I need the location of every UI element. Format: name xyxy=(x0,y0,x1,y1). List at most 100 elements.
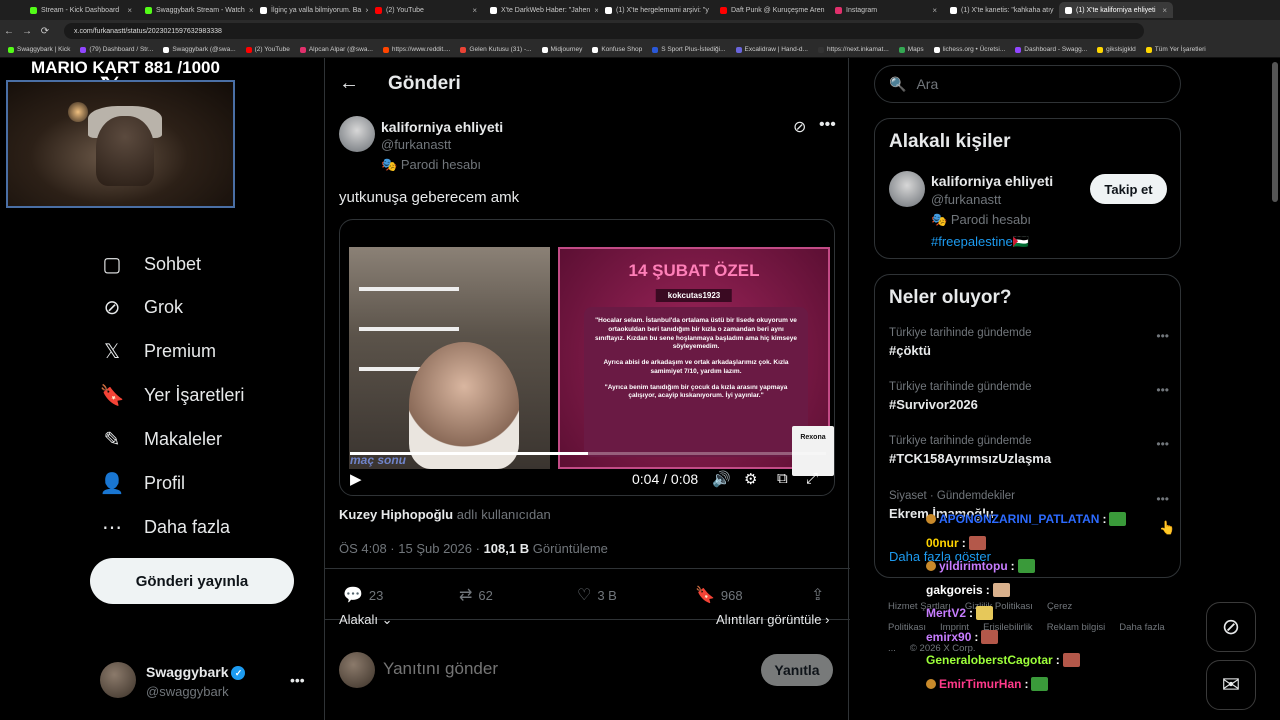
search-box[interactable]: 🔍 xyxy=(874,65,1181,103)
browser-tab[interactable]: Stream - Kick Dashboard × xyxy=(24,2,138,18)
reply-action[interactable]: 💬 23 xyxy=(343,585,383,605)
close-tab-icon[interactable]: × xyxy=(365,6,368,15)
bookmark-item[interactable]: Alpcan Alpar (@swa... xyxy=(299,46,373,53)
bookmark-item[interactable]: https://next.inkamat... xyxy=(817,46,889,53)
bookmark-item[interactable]: Excalidraw | Hand-d... xyxy=(735,46,808,53)
share-action[interactable]: ⇪ xyxy=(811,585,824,605)
search-input[interactable] xyxy=(916,76,1167,92)
browser-tab[interactable]: (1) X'te kaliforniya ehliyeti × xyxy=(1059,2,1173,18)
reload-icon[interactable]: ⟳ xyxy=(36,26,54,37)
bookmark-favicon-icon xyxy=(382,46,389,53)
view-quotes-link[interactable]: Alıntıları görüntüle › xyxy=(716,612,829,627)
address-bar[interactable]: x.com/furkanastt/status/2023021597632983… xyxy=(64,23,1144,39)
pip-icon[interactable]: ⧉ xyxy=(777,470,788,487)
related-hashtag[interactable]: #freepalestine🇵🇸 xyxy=(931,234,1029,250)
more-dots-icon[interactable]: ••• xyxy=(290,672,305,688)
follow-button[interactable]: Takip et xyxy=(1090,174,1167,204)
bookmark-item[interactable]: Dashboard - Swagg... xyxy=(1015,46,1087,53)
nav-item-makaleler[interactable]: ✎ Makaleler xyxy=(100,427,222,451)
bookmark-item[interactable]: Swaggybark | Kick xyxy=(8,46,70,53)
related-name[interactable]: kaliforniya ehliyeti xyxy=(931,173,1053,189)
browser-tab[interactable]: Daft Punk @ Kuruçeşme Aren× xyxy=(714,2,828,18)
bookmark-favicon-icon xyxy=(1015,46,1022,53)
browser-tab[interactable]: (1) X'te kanetis: "kahkaha atıy× xyxy=(944,2,1058,18)
close-tab-icon[interactable]: × xyxy=(594,6,598,15)
post-button[interactable]: Gönderi yayınla xyxy=(90,558,294,604)
play-icon[interactable]: ▶ xyxy=(350,470,362,488)
chat-username: GeneraloberstCagotar xyxy=(926,653,1053,667)
browser-tab[interactable]: Instagram × xyxy=(829,2,943,18)
browser-tab[interactable]: X'te DarkWeb Haber: "Jahen × xyxy=(484,2,598,18)
close-tab-icon[interactable]: × xyxy=(472,6,477,15)
bookmark-item[interactable]: lichess.org • Ücretsi... xyxy=(933,46,1005,53)
bookmark-item[interactable]: Midjourney xyxy=(541,46,582,53)
video-player[interactable]: 14 ŞUBAT ÖZEL kokcutas1923 "Hocalar sela… xyxy=(339,219,835,496)
nav-item-yer-i-şaretleri[interactable]: 🔖 Yer İşaretleri xyxy=(100,383,245,407)
like-action[interactable]: ♡ 3 B xyxy=(577,585,617,605)
nav-item-daha-fazla[interactable]: ⋯ Daha fazla xyxy=(100,515,230,539)
trend-item[interactable]: Türkiye tarihinde gündemde #çöktü ••• xyxy=(889,327,1169,358)
close-tab-icon[interactable]: × xyxy=(932,6,937,15)
bookmark-item[interactable]: Swaggybark (@swa... xyxy=(163,46,236,53)
bookmark-action[interactable]: 🔖 968 xyxy=(695,585,743,605)
nav-item-profil[interactable]: 👤 Profil xyxy=(100,471,185,495)
nav-item-premium[interactable]: 𝕏 Premium xyxy=(100,339,216,363)
account-switcher[interactable]: Swaggybark ✓ @swaggybark ••• xyxy=(100,662,312,702)
trend-more-icon[interactable]: ••• xyxy=(1156,329,1169,343)
reply-input[interactable] xyxy=(383,657,723,681)
bookmark-item[interactable]: Maps xyxy=(898,46,924,53)
nav-item-sohbet[interactable]: ▢ Sohbet xyxy=(100,252,202,276)
bookmark-item[interactable]: Konfuse Shop xyxy=(592,46,642,53)
browser-tab[interactable]: (2) YouTube × xyxy=(369,2,483,18)
bookmark-item[interactable]: Gelen Kutusu (31) -... xyxy=(460,46,532,53)
sponsor-logo: Rexona xyxy=(792,426,834,476)
messages-fab-icon[interactable]: ✉ xyxy=(1206,660,1256,710)
back-icon[interactable]: ← xyxy=(0,26,18,37)
trend-item[interactable]: Türkiye tarihinde gündemde #TCK158Ayrımsı… xyxy=(889,435,1169,466)
nav-item-label: Yer İşaretleri xyxy=(144,384,245,405)
bookmark-item[interactable]: S Sport Plus-İstediği... xyxy=(652,46,726,53)
chat-separator: : xyxy=(969,606,974,620)
bookmark-item[interactable]: https://www.reddit.... xyxy=(382,46,450,53)
close-tab-icon[interactable]: × xyxy=(1162,6,1167,15)
close-tab-icon[interactable]: × xyxy=(249,6,253,15)
bookmark-item[interactable]: gikslsjgkld xyxy=(1097,46,1136,53)
author-name[interactable]: kaliforniya ehliyeti xyxy=(381,119,503,135)
more-options-icon[interactable]: ••• xyxy=(819,116,836,134)
scrollbar[interactable] xyxy=(1272,62,1278,202)
bookmark-item[interactable]: (2) YouTube xyxy=(245,46,290,53)
bookmark-favicon-icon xyxy=(817,46,824,53)
repost-action[interactable]: ⇄ 62 xyxy=(459,585,493,605)
related-avatar[interactable] xyxy=(889,171,925,207)
grok-icon[interactable]: ⊘ xyxy=(793,117,806,137)
browser-tab[interactable]: (1) X'te hergelemami arşivi: "y× xyxy=(599,2,713,18)
grok-fab-icon[interactable]: ⊘ xyxy=(1206,602,1256,652)
settings-icon[interactable]: ⚙ xyxy=(744,470,757,488)
reply-button[interactable]: Yanıtla xyxy=(761,654,833,686)
author-handle[interactable]: @furkanastt xyxy=(381,137,451,152)
trend-more-icon[interactable]: ••• xyxy=(1156,383,1169,397)
related-handle[interactable]: @furkanastt xyxy=(931,192,1001,207)
browser-tab[interactable]: Swaggybark Stream - Watch × xyxy=(139,2,253,18)
footer-link[interactable]: Reklam bilgisi xyxy=(1047,622,1106,633)
fullscreen-icon[interactable]: ⤢ xyxy=(806,470,818,487)
browser-tab[interactable]: İlginç ya valla bilmiyorum. Ba × xyxy=(254,2,368,18)
bookmark-item[interactable]: Tüm Yer İşaretleri xyxy=(1145,46,1206,53)
webcam-overlay xyxy=(6,80,235,208)
bookmark-label: Alpcan Alpar (@swa... xyxy=(308,46,373,53)
forward-icon[interactable]: → xyxy=(18,26,36,37)
post-timestamp[interactable]: ÖS 4:08 · 15 Şub 2026 · xyxy=(339,541,480,556)
attribution-user[interactable]: Kuzey Hiphopoğlu xyxy=(339,507,453,522)
trend-more-icon[interactable]: ••• xyxy=(1156,492,1169,506)
bookmark-item[interactable]: (79) Dashboard / Str... xyxy=(80,46,153,53)
volume-icon[interactable]: 🔊 xyxy=(712,470,731,488)
nav-item-grok[interactable]: ⊘ Grok xyxy=(100,295,183,319)
related-dropdown[interactable]: Alakalı ⌄ xyxy=(339,612,393,628)
tab-favicon-icon xyxy=(490,6,497,14)
trend-more-icon[interactable]: ••• xyxy=(1156,437,1169,451)
video-progress-bar[interactable] xyxy=(350,452,826,455)
back-arrow-icon[interactable]: ← xyxy=(339,72,359,95)
close-tab-icon[interactable]: × xyxy=(127,6,132,15)
trend-item[interactable]: Türkiye tarihinde gündemde #Survivor2026 •… xyxy=(889,381,1169,412)
author-avatar[interactable] xyxy=(339,116,375,152)
